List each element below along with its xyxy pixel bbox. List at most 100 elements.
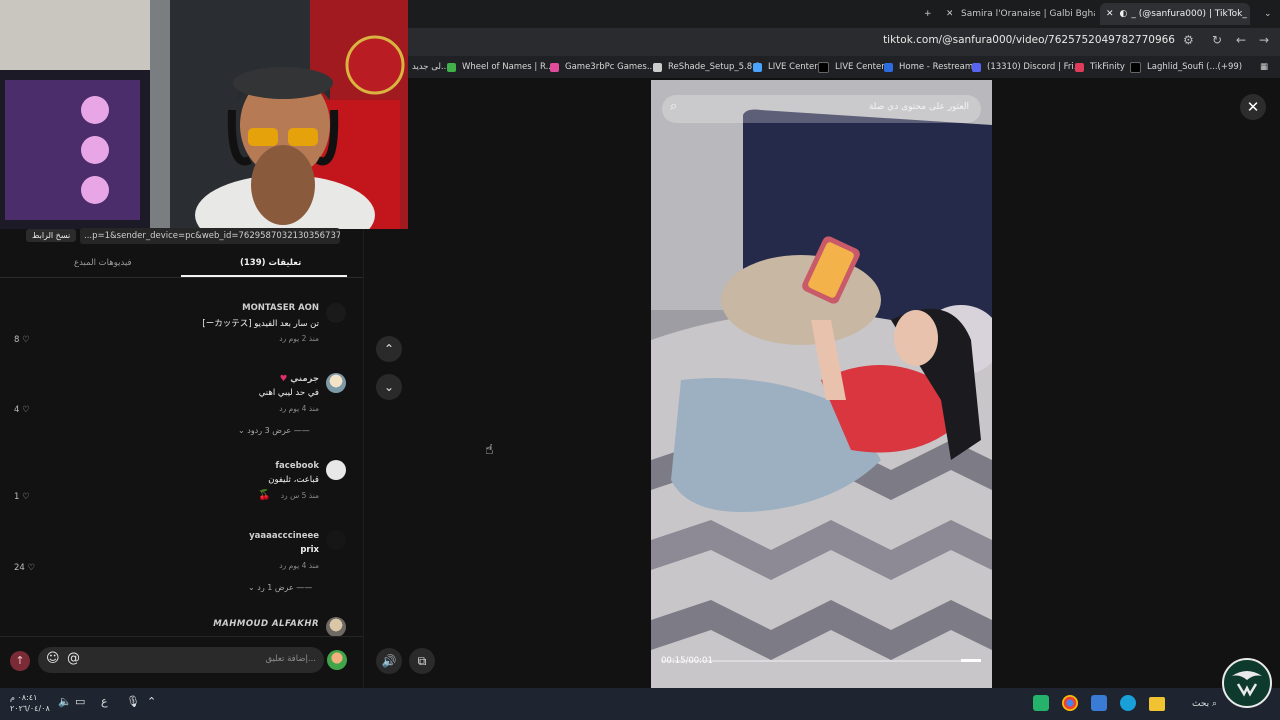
speaker-icon: 🔊 [381,654,397,668]
tab-comments[interactable]: تعليقات (139) [240,258,301,268]
video-search-placeholder: العثور على محتوى ذي صلة [868,102,969,112]
pip-button[interactable]: ⧉ [409,648,435,674]
bookmark-wheel-of-names[interactable]: Wheel of Names | R... [447,60,554,74]
share-link-row: نسخ الرابط ...p=1&sender_device=pc&web_i… [0,228,363,247]
comment-meta[interactable]: منذ 4 يوم رد [279,404,319,413]
store-icon[interactable] [1091,695,1107,711]
url-field[interactable]: tiktok.com/@sanfura000/video/76257520497… [883,34,1175,46]
microphone-icon[interactable]: 🎙 [126,695,140,708]
tab-list-chevron-icon[interactable]: ⌄ [1258,3,1278,25]
tiktok-icon [818,61,829,73]
reaction-icon: 🍒 [258,490,271,501]
close-video-button[interactable]: ✕ [1240,94,1266,120]
reshade-icon [653,62,662,72]
like-count[interactable]: 4 ♡ [14,405,30,415]
tab-samira[interactable]: Samira l'Oranaise | Galbi Bgha [955,3,1095,25]
tabs-divider [0,277,363,278]
next-video-button[interactable]: ⌄ [376,374,402,400]
comment-username[interactable]: yaaaacccineee [249,531,319,541]
bookmark-live-center-2[interactable]: LIVE Center [818,60,885,74]
video-search-bar[interactable]: ⌕ العثور على محتوى ذي صلة [662,95,981,123]
arrow-up-icon: ↑ [15,654,25,667]
search-icon: ⌕ [1212,699,1218,709]
tab-title: Samira l'Oranaise | Galbi Bgha [961,9,1095,19]
send-button[interactable]: ↑ [10,651,30,671]
share-link-field[interactable]: ...p=1&sender_device=pc&web_id=762958703… [80,228,340,244]
comment-meta[interactable]: منذ 5 س رد [281,491,319,500]
network-icon[interactable]: ▭ [75,695,85,708]
picture-in-picture-icon: ⧉ [417,654,427,668]
video-frame [651,80,992,688]
bookmark-game3rb[interactable]: Game3rbPc Games... [550,60,655,74]
avatar[interactable] [326,460,346,480]
channel-logo [1222,658,1272,708]
video-player[interactable] [651,80,992,688]
tiktok-icon [1130,61,1141,73]
new-tab-button[interactable]: + [918,3,938,25]
reload-icon[interactable]: ↻ [1212,33,1222,47]
heart-icon: ♡ [22,492,30,502]
like-count[interactable]: 1 ♡ [14,492,30,502]
site-settings-icon[interactable]: ⚙ [1183,33,1194,47]
audio-icon: ◐ [1119,9,1128,19]
bookmark-tikfinity[interactable]: TikFinity [1075,60,1125,74]
mention-icon[interactable]: @ [67,651,80,666]
taskbar-clock[interactable]: ٠٨:٤١ م ٢٠٢٦/٠٤/٠٨ [10,692,50,714]
tikfinity-icon [1075,62,1084,72]
comment-username[interactable]: ♥ جرمني [280,374,319,384]
heart-icon: ♥ [279,374,288,384]
comment-username[interactable]: facebook [275,461,319,471]
comment-meta[interactable]: منذ 4 يوم رد [279,561,319,570]
close-tab-icon[interactable]: ✕ [1106,9,1114,19]
avatar[interactable] [326,373,346,393]
taskbar [0,688,1280,720]
bookmark-laghlid[interactable]: Laghlid_Soufi (...(+99) [1130,60,1242,74]
all-bookmarks-icon[interactable]: ▦ [1260,60,1268,74]
restream-icon [884,62,893,72]
speaker-icon[interactable]: 🔈 [58,695,72,708]
tab-tiktok[interactable]: ✕ ◐ _ (@sanfura000) | TikTok_ [1100,3,1250,25]
tab-creator-videos[interactable]: فيديوهات المبدع [74,258,132,268]
emoji-icon[interactable]: ☺ [46,651,60,666]
chevron-down-icon: ⌄ [248,583,255,592]
forward-icon[interactable]: → [1259,33,1269,47]
chevron-up-icon[interactable]: ⌃ [147,695,156,708]
avatar [327,650,347,670]
mouse-cursor-icon: ☝ [485,442,494,458]
bookmark-restream[interactable]: Home - Restream [884,60,973,74]
bookmark-reshade[interactable]: ReShade_Setup_5.8.0 [653,60,760,74]
comment-text: قباعت، ثليفون [268,475,319,485]
comment-input[interactable]: ☺ @ إضافة تعليق... [38,647,324,673]
search-button[interactable]: بحث ⌕ [1192,699,1217,709]
video-progress-fill [961,659,981,662]
bookmark-partial[interactable]: لى جديد... [412,60,449,74]
previous-video-button[interactable]: ⌃ [376,336,402,362]
comment-username[interactable]: MAHMOUD ALFAKHR [213,619,319,629]
volume-button[interactable]: 🔊 [376,648,402,674]
like-count[interactable]: 24 ♡ [14,563,35,573]
back-icon[interactable]: ← [1236,33,1246,47]
chevron-down-icon: ⌄ [383,380,395,394]
bookmark-live-center-1[interactable]: LIVE Center [753,60,818,74]
comment-text: في حد ليبي اهني [258,388,319,398]
avatar[interactable] [326,303,346,323]
avatar[interactable] [326,617,346,637]
search-icon: ⌕ [670,99,678,114]
comment-username[interactable]: MONTASER AON [242,303,319,313]
video-timecode: 00:15/00:01 [661,656,713,666]
chrome-icon[interactable] [1062,695,1078,711]
bookmark-discord[interactable]: (13310) Discord | Fri... [972,60,1082,74]
view-replies-button[interactable]: ⌄ عرض 3 ردود —— [238,426,310,435]
comment-meta[interactable]: منذ 2 يوم رد [279,334,319,343]
file-explorer-icon[interactable] [1149,697,1165,711]
view-replies-button[interactable]: ⌄ عرض 1 رد —— [248,583,312,592]
avatar[interactable] [326,530,346,550]
language-indicator[interactable]: ع [101,695,108,708]
close-tab-icon[interactable]: ✕ [940,3,952,25]
logo-emblem [1232,671,1262,697]
app-icon[interactable] [1033,695,1049,711]
copy-link-button[interactable]: نسخ الرابط [26,229,77,242]
edge-icon[interactable] [1120,695,1136,711]
webcam-overlay [0,0,408,229]
like-count[interactable]: 8 ♡ [14,335,30,345]
